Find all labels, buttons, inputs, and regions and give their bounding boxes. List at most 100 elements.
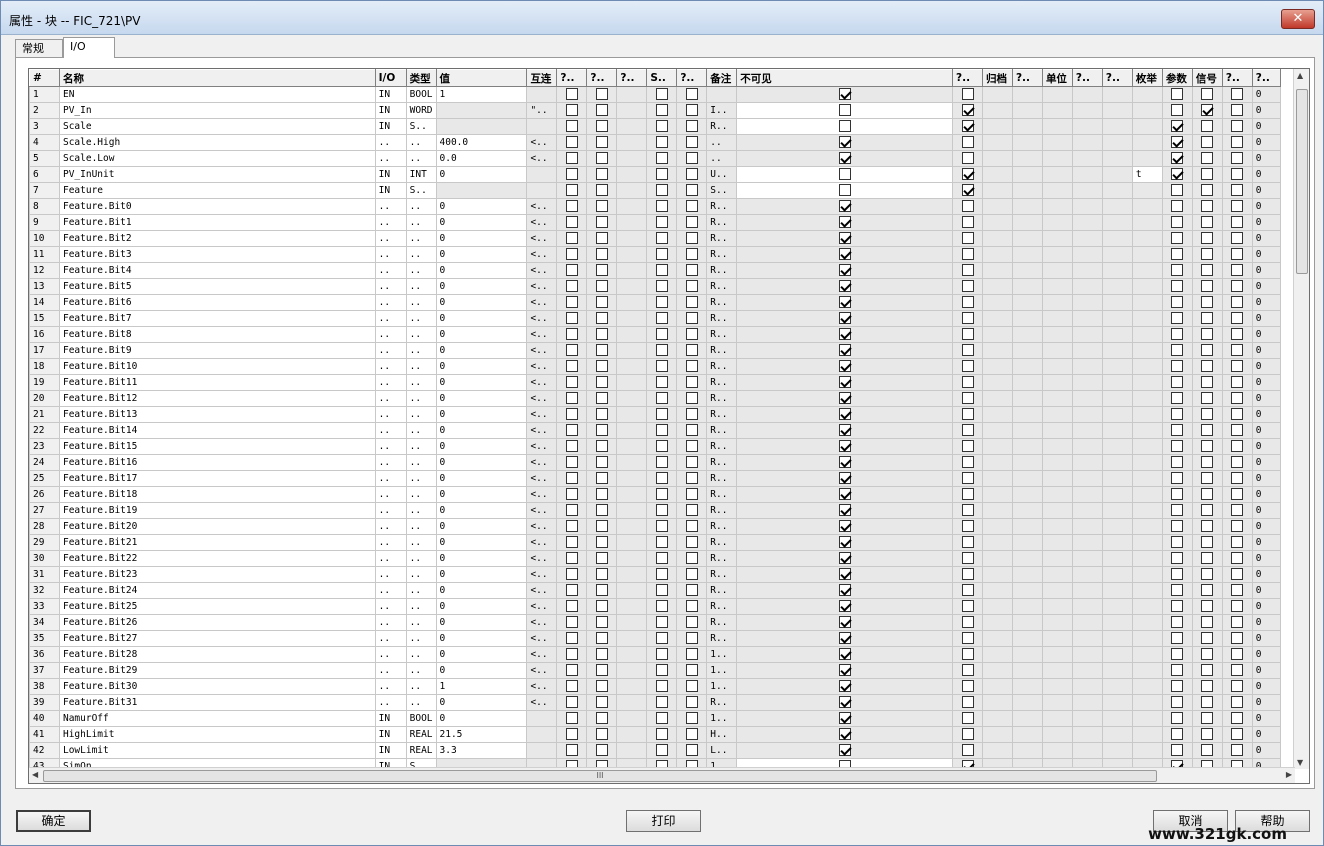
checkbox[interactable] [565,680,578,692]
flag-cell[interactable] [1221,678,1253,695]
interconnection-cell[interactable]: <.. [526,582,558,599]
signal-cell[interactable] [1191,726,1223,743]
flag-cell[interactable] [952,502,983,519]
checkbox[interactable] [1231,200,1244,212]
checkbox[interactable] [655,216,668,228]
comment-cell[interactable]: R.. [706,262,738,279]
flag-cell[interactable] [676,150,708,167]
checkbox[interactable] [1231,216,1244,228]
flag-cell[interactable] [1221,502,1253,519]
type-cell[interactable]: .. [405,134,437,151]
flag-cell[interactable] [586,422,618,439]
type-cell[interactable]: .. [405,630,437,647]
io-cell[interactable]: .. [374,342,407,359]
checkbox[interactable] [565,264,578,276]
checkbox[interactable] [685,376,698,388]
flag-cell[interactable] [952,310,983,327]
interconnection-cell[interactable]: <.. [526,246,558,263]
flag-cell[interactable] [556,678,588,695]
comment-cell[interactable]: R.. [706,614,738,631]
flag-cell[interactable] [1221,118,1253,135]
interconnection-cell[interactable]: <.. [526,150,558,167]
name-cell[interactable]: Feature [58,182,376,199]
invisible-cell[interactable] [736,198,954,215]
flag-cell[interactable] [952,422,983,439]
io-cell[interactable]: .. [374,134,407,151]
flag-cell[interactable] [586,246,618,263]
flag-cell[interactable] [646,262,678,279]
checkbox[interactable] [685,744,698,756]
name-cell[interactable]: Feature.Bit8 [58,326,376,343]
flag-cell[interactable] [556,278,588,295]
name-cell[interactable]: Scale.High [58,134,376,151]
invisible-cell[interactable] [736,582,954,599]
enum-cell[interactable] [1131,710,1163,727]
io-cell[interactable]: .. [374,150,407,167]
invisible-cell[interactable] [736,214,954,231]
interconnection-cell[interactable]: <.. [526,678,558,695]
name-cell[interactable]: Feature.Bit2 [58,230,376,247]
checkbox[interactable] [1171,280,1184,292]
checkbox[interactable] [1171,616,1184,628]
checkbox[interactable] [565,232,578,244]
checkbox[interactable] [595,344,608,356]
flag-cell[interactable] [556,486,588,503]
io-cell[interactable]: .. [374,198,407,215]
checkbox[interactable] [655,664,668,676]
checkbox[interactable] [595,136,608,148]
table-row[interactable]: 11 Feature.Bit3.... 0 <.. R.. 0 [29,246,1281,263]
flag-cell[interactable] [556,134,588,151]
interconnection-cell[interactable]: <.. [526,662,558,679]
checkbox[interactable] [1171,552,1184,564]
checkbox[interactable] [1201,568,1214,580]
checkbox[interactable] [595,616,608,628]
type-cell[interactable]: .. [405,310,437,327]
checkbox[interactable] [961,296,974,308]
comment-cell[interactable]: R.. [706,550,738,567]
checkbox[interactable] [565,376,578,388]
flag-cell[interactable] [952,726,983,743]
checkbox[interactable] [565,184,578,196]
column-header[interactable]: 枚举 [1131,69,1163,87]
type-cell[interactable]: .. [405,518,437,535]
flag-cell[interactable] [676,726,708,743]
checkbox[interactable] [565,408,578,420]
checkbox[interactable] [685,136,698,148]
invisible-cell[interactable] [736,502,954,519]
signal-cell[interactable] [1191,550,1223,567]
invisible-cell[interactable] [736,598,954,615]
checkbox[interactable] [565,712,578,724]
checkbox[interactable] [685,696,698,708]
invisible-cell[interactable] [736,278,954,295]
flag-cell[interactable] [586,566,618,583]
flag-cell[interactable] [952,678,983,695]
flag-cell[interactable] [646,742,678,759]
flag-cell[interactable] [676,86,708,103]
name-cell[interactable]: Feature.Bit21 [58,534,376,551]
io-cell[interactable]: .. [374,230,407,247]
column-header[interactable]: ?.. [952,69,983,87]
flag-cell[interactable] [586,726,618,743]
checkbox[interactable] [961,184,974,196]
flag-cell[interactable] [556,182,588,199]
flag-cell[interactable] [676,550,708,567]
flag-cell[interactable] [952,534,983,551]
checkbox[interactable] [655,152,668,164]
invisible-cell[interactable] [736,534,954,551]
interconnection-cell[interactable]: <.. [526,134,558,151]
io-cell[interactable]: IN [374,118,407,135]
checkbox[interactable] [838,472,851,484]
checkbox[interactable] [1171,392,1184,404]
print-button[interactable]: 打印 [626,810,701,832]
flag-cell[interactable] [1221,342,1253,359]
comment-cell[interactable]: R.. [706,486,738,503]
checkbox[interactable] [565,280,578,292]
flag-cell[interactable] [676,582,708,599]
checkbox[interactable] [1171,248,1184,260]
checkbox[interactable] [655,232,668,244]
checkbox[interactable] [655,392,668,404]
enum-cell[interactable] [1131,262,1163,279]
name-cell[interactable]: Feature.Bit7 [58,310,376,327]
flag-cell[interactable] [676,278,708,295]
parameter-cell[interactable] [1161,470,1193,487]
